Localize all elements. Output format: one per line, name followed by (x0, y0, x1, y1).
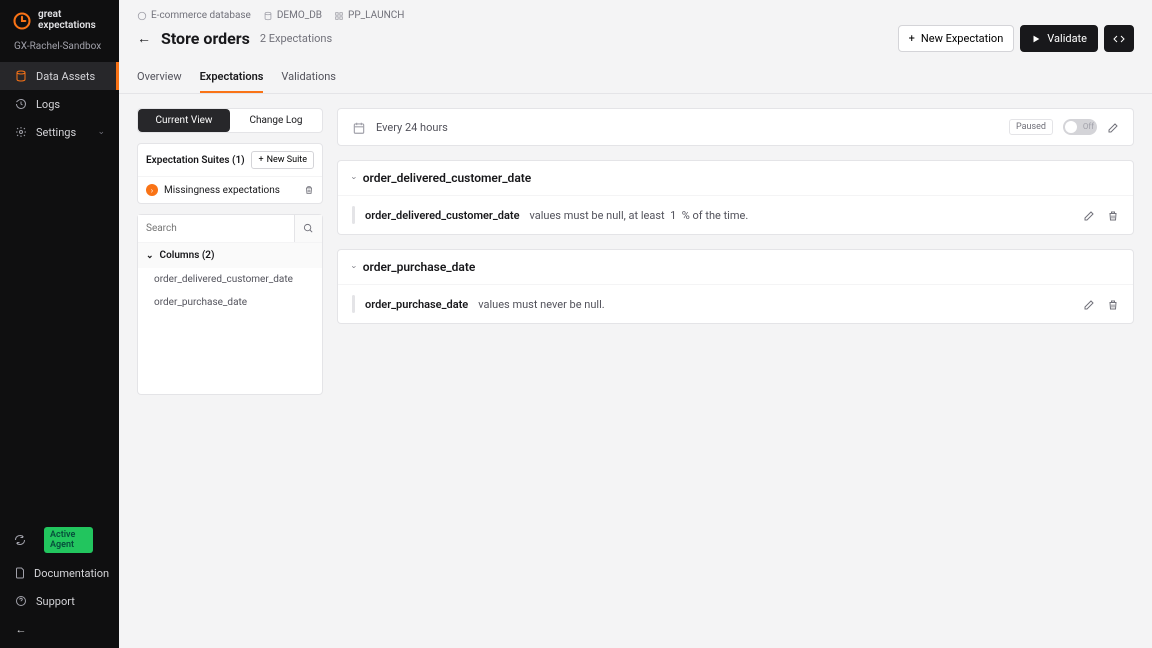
page-subtitle: 2 Expectations (260, 32, 332, 45)
history-icon (14, 97, 28, 111)
columns-header[interactable]: ⌄ Columns (2) (138, 243, 322, 268)
sidebar-item-label: Settings (36, 126, 76, 139)
seg-current-view[interactable]: Current View (138, 109, 230, 132)
sidebar-item-support[interactable]: Support (0, 587, 119, 615)
status-bar (352, 206, 355, 224)
edit-expectation-button[interactable] (1083, 298, 1095, 311)
expectation-group: › order_purchase_date order_purchase_dat… (337, 249, 1134, 324)
search-icon (303, 223, 314, 234)
sidebar-item-label: Documentation (34, 567, 109, 580)
view-segmented-control: Current View Change Log (137, 108, 323, 133)
edit-expectation-button[interactable] (1083, 209, 1095, 222)
breadcrumb-database[interactable]: DEMO_DB (263, 10, 322, 21)
chevron-down-icon: › (348, 266, 358, 269)
expectation-row: order_purchase_date values must never be… (338, 285, 1133, 323)
brand-logo[interactable]: greatexpectations (0, 0, 119, 37)
suite-item[interactable]: › Missingness expectations (138, 177, 322, 203)
schedule-toggle[interactable]: Off (1063, 119, 1097, 135)
sidebar-item-settings[interactable]: Settings ⌄ (0, 118, 119, 146)
new-suite-button[interactable]: + New Suite (251, 151, 314, 169)
delete-expectation-button[interactable] (1107, 298, 1119, 311)
chevron-down-icon: › (348, 177, 358, 180)
schedule-text: Every 24 hours (376, 121, 448, 134)
edit-schedule-button[interactable] (1107, 120, 1119, 134)
code-button[interactable] (1104, 25, 1134, 52)
search-button[interactable] (295, 215, 322, 242)
gx-logo-icon (12, 11, 32, 31)
expectation-group: › order_delivered_customer_date order_de… (337, 160, 1134, 235)
breadcrumb-datasource[interactable]: E-commerce database (137, 10, 251, 21)
datasource-icon (137, 11, 147, 21)
sidebar-item-label: Support (36, 595, 75, 608)
sync-icon (14, 533, 26, 547)
arrow-left-icon: ← (14, 622, 28, 636)
page-title: Store orders (161, 29, 250, 48)
sidebar-item-label: Data Assets (36, 70, 95, 83)
group-header[interactable]: › order_delivered_customer_date (338, 161, 1133, 196)
help-icon (14, 594, 28, 608)
main: E-commerce database DEMO_DB PP_LAUNCH ← … (119, 0, 1152, 648)
group-title: order_delivered_customer_date (363, 171, 532, 185)
sidebar-item-agent[interactable]: Active Agent (0, 521, 119, 559)
sidebar-item-label: Logs (36, 98, 60, 111)
validate-button[interactable]: Validate (1020, 25, 1098, 52)
schema-icon (334, 11, 344, 21)
database-icon (14, 69, 28, 83)
gear-icon (14, 125, 28, 139)
plus-icon: + (909, 32, 915, 45)
column-item[interactable]: order_delivered_customer_date (138, 268, 322, 291)
code-icon (1113, 32, 1125, 45)
expectation-column: order_delivered_customer_date (365, 209, 520, 222)
expectation-suites-card: Expectation Suites (1) + New Suite › Mis… (137, 143, 323, 204)
sidebar-item-documentation[interactable]: Documentation (0, 559, 119, 587)
breadcrumb: E-commerce database DEMO_DB PP_LAUNCH (119, 0, 1152, 23)
expectation-desc: values must be null, at least 1 % of the… (530, 209, 749, 222)
schedule-card: Every 24 hours Paused Off (337, 108, 1134, 146)
sidebar-item-logs[interactable]: Logs (0, 90, 119, 118)
delete-expectation-button[interactable] (1107, 209, 1119, 222)
chevron-down-icon: ⌄ (146, 251, 154, 261)
seg-change-log[interactable]: Change Log (230, 109, 322, 132)
document-icon (14, 566, 26, 580)
active-agent-badge: Active Agent (44, 527, 93, 553)
sandbox-name: GX-Rachel-Sandbox (0, 37, 119, 62)
suite-dot-icon: › (146, 184, 158, 196)
tab-overview[interactable]: Overview (137, 62, 182, 93)
status-bar (352, 295, 355, 313)
tab-expectations[interactable]: Expectations (200, 62, 264, 93)
plus-icon: + (258, 155, 263, 165)
main-panel: Every 24 hours Paused Off › order_delive… (337, 108, 1134, 634)
delete-suite-button[interactable] (304, 185, 314, 196)
chevron-down-icon: ⌄ (97, 127, 105, 137)
sidebar-item-data-assets[interactable]: Data Assets (0, 62, 119, 90)
sidebar: greatexpectations GX-Rachel-Sandbox Data… (0, 0, 119, 648)
back-button[interactable]: ← (137, 30, 151, 47)
search-input[interactable] (138, 215, 295, 242)
new-expectation-button[interactable]: + New Expectation (898, 25, 1015, 52)
play-icon (1031, 32, 1041, 45)
sidebar-collapse[interactable]: ← (0, 615, 119, 648)
expectation-column: order_purchase_date (365, 298, 468, 311)
suite-name: Missingness expectations (164, 185, 280, 196)
column-item[interactable]: order_purchase_date (138, 291, 322, 314)
tabs: Overview Expectations Validations (119, 62, 1152, 94)
group-title: order_purchase_date (363, 260, 476, 274)
expectation-desc: values must never be null. (478, 298, 604, 311)
left-panel: Current View Change Log Expectation Suit… (137, 108, 323, 634)
breadcrumb-schema[interactable]: PP_LAUNCH (334, 10, 404, 21)
group-header[interactable]: › order_purchase_date (338, 250, 1133, 285)
suites-title: Expectation Suites (1) (146, 155, 245, 166)
columns-card: ⌄ Columns (2) order_delivered_customer_d… (137, 214, 323, 395)
database-icon (263, 11, 273, 21)
paused-badge: Paused (1009, 119, 1053, 135)
calendar-icon (352, 120, 366, 135)
tab-validations[interactable]: Validations (281, 62, 336, 93)
expectation-row: order_delivered_customer_date values mus… (338, 196, 1133, 234)
